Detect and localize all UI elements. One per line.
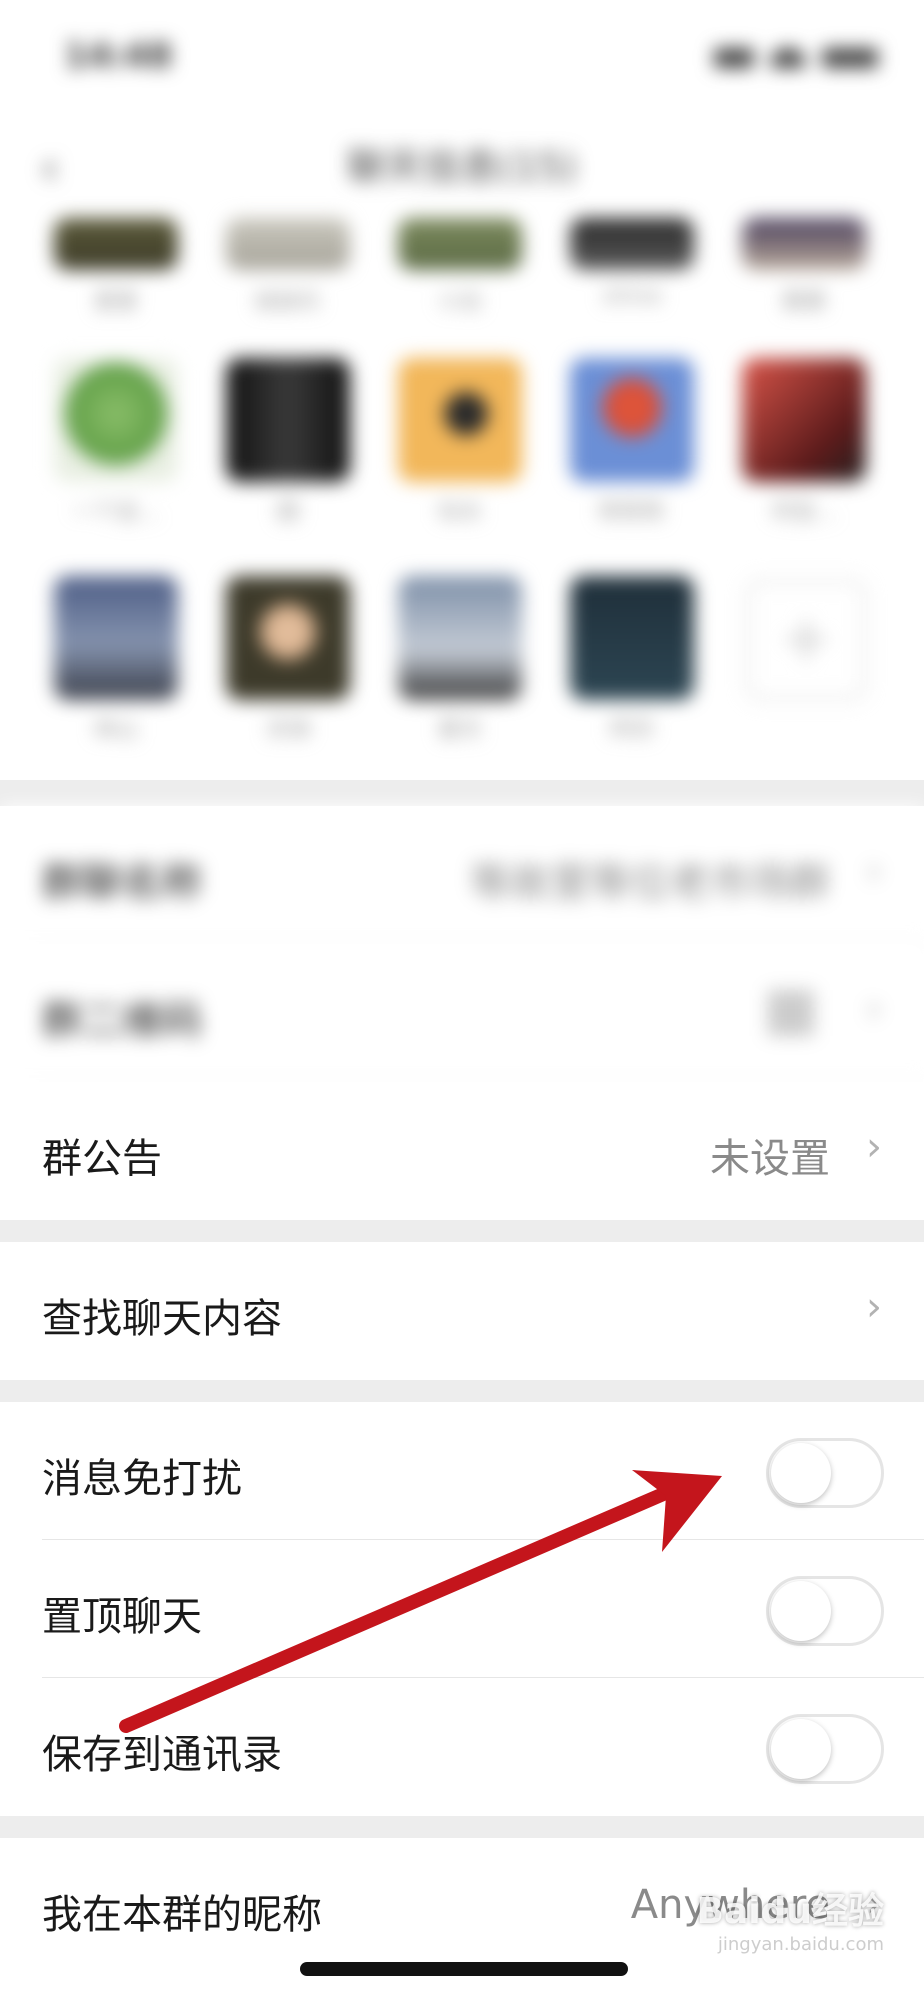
member-name: 妹妹乐 bbox=[254, 290, 321, 310]
wifi-icon bbox=[770, 48, 806, 68]
announcement-row[interactable]: 群公告 未设置 › bbox=[0, 1082, 924, 1220]
chevron-right-icon: › bbox=[866, 848, 882, 894]
member-name: 夏天 bbox=[437, 718, 482, 738]
status-time: 14:48 bbox=[64, 36, 173, 76]
member-grid: 夏夏 妹妹乐 小白 shine 慕慕 一个会... 圆 似水 陈陈陈 何宝...… bbox=[40, 190, 884, 750]
home-indicator bbox=[300, 1962, 628, 1976]
member-name: 林山 bbox=[93, 718, 138, 738]
signal-icon bbox=[714, 48, 754, 68]
avatar[interactable] bbox=[54, 218, 178, 270]
pin-toggle[interactable] bbox=[766, 1576, 884, 1646]
avatar[interactable] bbox=[54, 358, 178, 482]
chevron-right-icon: › bbox=[866, 1284, 882, 1330]
avatar[interactable] bbox=[742, 358, 866, 482]
announcement-label: 群公告 bbox=[42, 1136, 162, 1182]
avatar[interactable] bbox=[570, 358, 694, 482]
save-contacts-toggle[interactable] bbox=[766, 1714, 884, 1784]
group-name-label: 群聊名称 bbox=[42, 860, 202, 906]
avatar[interactable] bbox=[226, 358, 350, 482]
avatar[interactable] bbox=[398, 358, 522, 482]
battery-icon bbox=[822, 48, 878, 68]
group-name-row[interactable]: 群聊名称 等故里等位老市场群 › bbox=[0, 806, 924, 944]
member-name: shine bbox=[602, 284, 662, 309]
watermark-brand: Baidu经验 bbox=[696, 1891, 884, 1932]
section-divider bbox=[0, 1816, 924, 1838]
status-icons bbox=[714, 42, 884, 72]
member-name: 小白 bbox=[437, 290, 482, 310]
avatar[interactable] bbox=[54, 576, 178, 700]
member-name: 圆 bbox=[276, 500, 299, 520]
toggle-knob bbox=[771, 1719, 831, 1779]
member-name: 夏夏 bbox=[93, 290, 138, 310]
save-contacts-label: 保存到通讯录 bbox=[42, 1732, 282, 1778]
member-name: 洪涛 bbox=[265, 718, 310, 738]
watermark-url: jingyan.baidu.com bbox=[717, 1934, 884, 1955]
toggle-knob bbox=[771, 1581, 831, 1641]
add-member-button[interactable]: + bbox=[746, 580, 866, 700]
member-name: 何宝... bbox=[771, 500, 837, 520]
nickname-label: 我在本群的昵称 bbox=[42, 1892, 322, 1938]
chevron-right-icon: › bbox=[866, 986, 882, 1032]
announcement-value: 未设置 bbox=[710, 1136, 830, 1182]
toggle-knob bbox=[771, 1443, 831, 1503]
member-name: 似水 bbox=[437, 500, 482, 520]
member-name: 阿宗 bbox=[609, 718, 654, 738]
member-name: 陈陈陈 bbox=[598, 500, 665, 520]
qr-code-row[interactable]: 群二维码 › bbox=[0, 944, 924, 1082]
save-contacts-row: 保存到通讯录 bbox=[0, 1678, 924, 1816]
chevron-right-icon: › bbox=[866, 1124, 882, 1170]
mute-label: 消息免打扰 bbox=[42, 1456, 242, 1502]
page-title: 聊天信息(15) bbox=[346, 145, 577, 189]
qr-code-icon bbox=[768, 990, 814, 1036]
avatar[interactable] bbox=[226, 576, 350, 700]
member-name: 一个会... bbox=[72, 500, 160, 520]
qr-code-label: 群二维码 bbox=[42, 998, 202, 1044]
section-divider bbox=[0, 780, 924, 806]
avatar[interactable] bbox=[742, 218, 866, 270]
pin-label: 置顶聊天 bbox=[42, 1594, 202, 1640]
section-divider bbox=[0, 1220, 924, 1242]
mute-toggle[interactable] bbox=[766, 1438, 884, 1508]
pin-row: 置顶聊天 bbox=[0, 1540, 924, 1678]
search-history-row[interactable]: 查找聊天内容 › bbox=[0, 1242, 924, 1380]
avatar[interactable] bbox=[570, 576, 694, 700]
avatar[interactable] bbox=[226, 218, 350, 270]
avatar[interactable] bbox=[398, 218, 522, 270]
mute-row: 消息免打扰 bbox=[0, 1402, 924, 1540]
member-name: 慕慕 bbox=[781, 290, 826, 310]
search-history-label: 查找聊天内容 bbox=[42, 1296, 282, 1342]
group-name-value: 等故里等位老市场群 bbox=[470, 860, 830, 906]
section-divider bbox=[0, 1380, 924, 1402]
avatar[interactable] bbox=[570, 218, 694, 270]
avatar[interactable] bbox=[398, 576, 522, 700]
